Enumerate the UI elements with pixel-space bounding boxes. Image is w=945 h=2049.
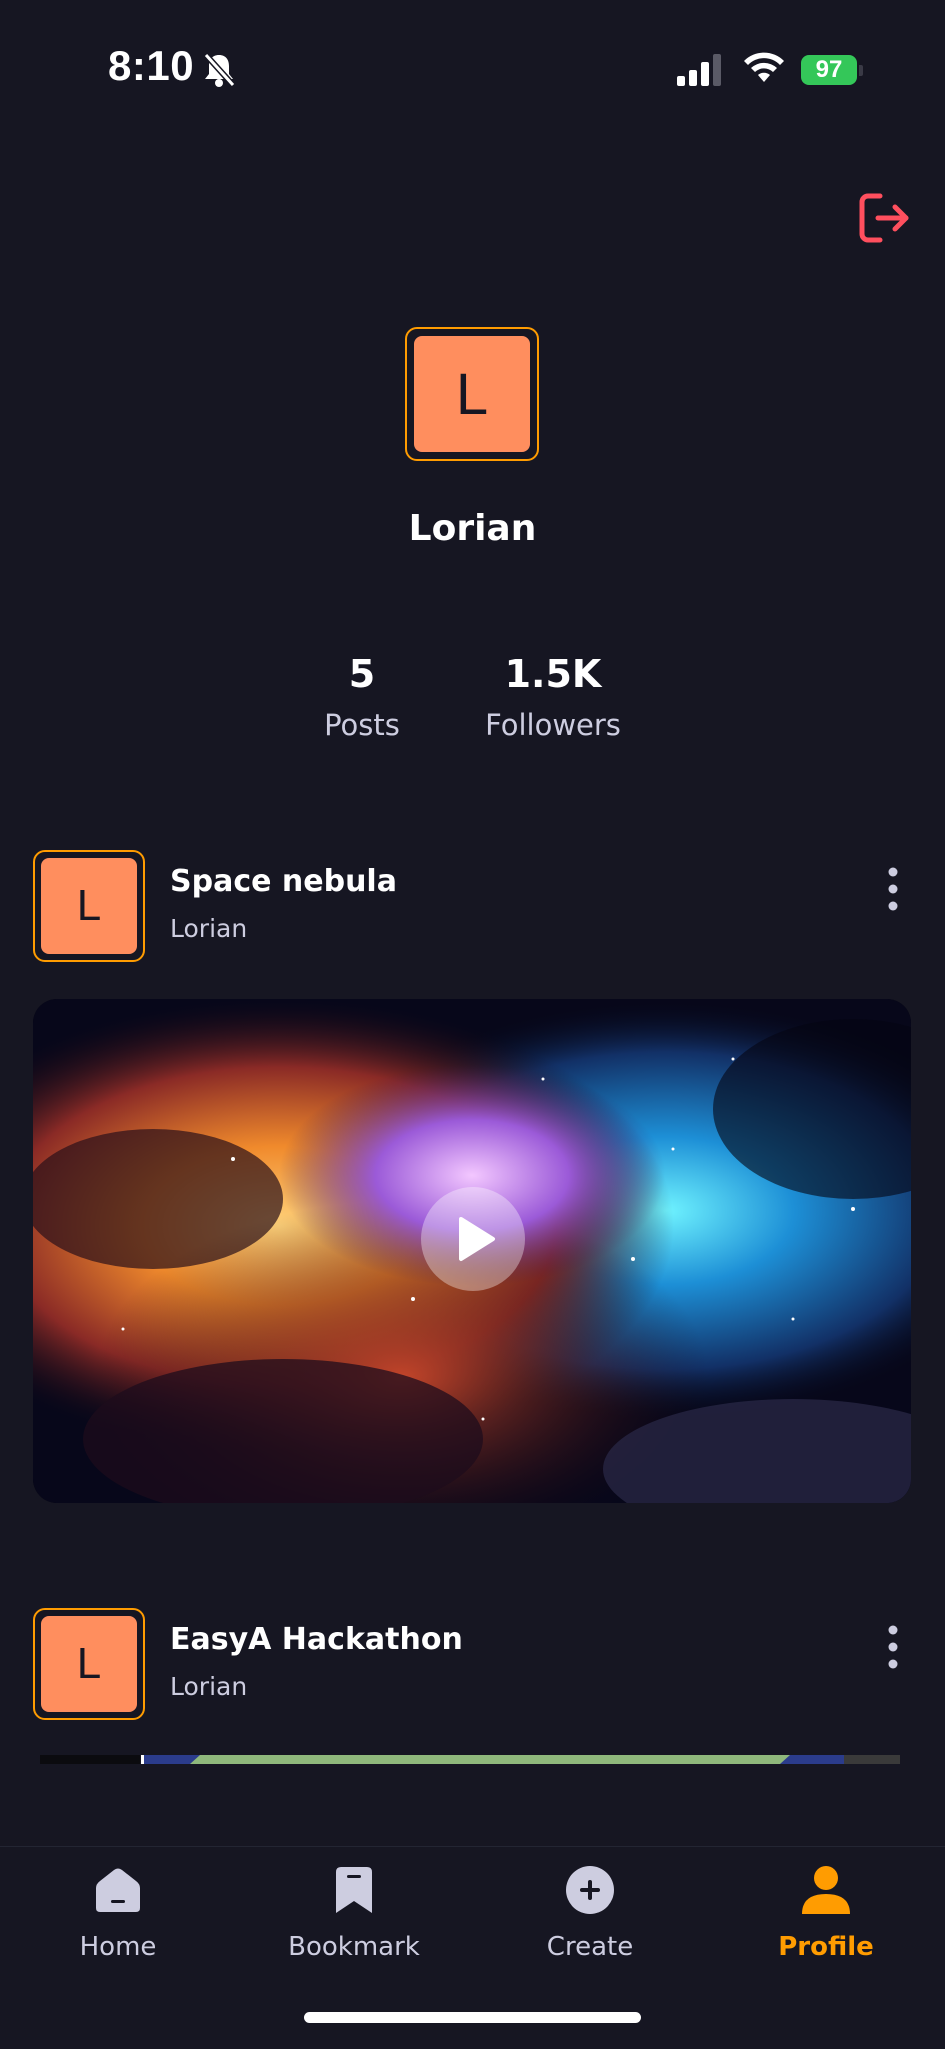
post-author: Lorian	[170, 914, 248, 943]
posts-count: 5	[348, 652, 376, 696]
profile-icon	[802, 1866, 850, 1914]
play-icon	[459, 1217, 495, 1261]
battery-icon: 97	[801, 54, 863, 86]
home-indicator[interactable]	[304, 2012, 641, 2023]
tab-label: Bookmark	[288, 1932, 420, 1962]
play-button[interactable]	[421, 1187, 525, 1291]
tab-label: Home	[79, 1932, 157, 1962]
tab-create[interactable]: Create	[500, 1864, 680, 1974]
posts-label: Posts	[324, 708, 400, 742]
bookmark-icon	[336, 1867, 372, 1913]
post-title: EasyA Hackathon	[170, 1622, 463, 1657]
tab-home[interactable]: Home	[28, 1864, 208, 1974]
video-thumbnail-peek	[40, 1755, 900, 1764]
followers-label: Followers	[485, 708, 621, 742]
profile-avatar: L	[405, 327, 539, 461]
bell-slash-icon	[203, 52, 236, 88]
logout-icon[interactable]	[856, 190, 912, 246]
tab-bookmark[interactable]: Bookmark	[264, 1864, 444, 1974]
post-avatar[interactable]: L	[33, 850, 145, 962]
home-icon	[96, 1868, 140, 1912]
plus-circle-icon	[566, 1866, 614, 1914]
cellular-signal-icon	[677, 54, 721, 86]
post-avatar-initial: L	[41, 1616, 137, 1712]
tab-label: Profile	[778, 1932, 874, 1962]
post-avatar-initial: L	[41, 858, 137, 954]
post-title: Space nebula	[170, 864, 397, 899]
post-author: Lorian	[170, 1672, 248, 1701]
battery-level: 97	[801, 55, 857, 85]
followers-count: 1.5K	[504, 652, 602, 696]
tab-label: Create	[546, 1932, 634, 1962]
more-options-icon[interactable]	[878, 866, 908, 912]
post-avatar[interactable]: L	[33, 1608, 145, 1720]
profile-username: Lorian	[408, 508, 537, 549]
more-options-icon[interactable]	[878, 1624, 908, 1670]
battery-tip	[859, 64, 863, 76]
profile-avatar-initial: L	[414, 336, 530, 452]
tab-profile[interactable]: Profile	[736, 1864, 916, 1974]
wifi-icon	[744, 52, 784, 82]
status-time: 8:10	[108, 42, 195, 89]
